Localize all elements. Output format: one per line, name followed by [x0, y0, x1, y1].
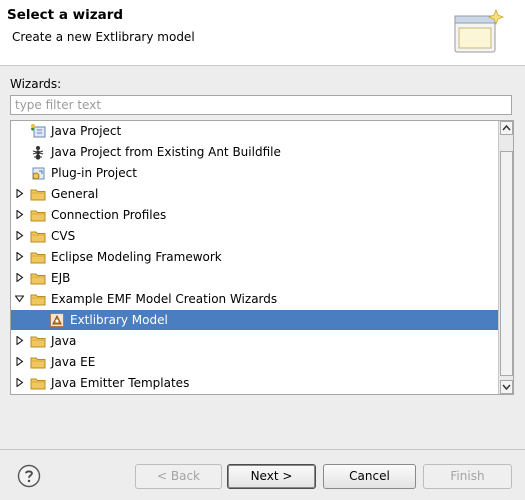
- dialog-header: Select a wizard Create a new Extlibrary …: [0, 0, 525, 66]
- folder-icon: [30, 378, 46, 390]
- tree-item-label: Java EE: [51, 355, 96, 369]
- plugin-project-icon: [32, 167, 45, 180]
- chevron-up-icon: [502, 124, 511, 131]
- folder-icon: [30, 252, 46, 264]
- tree-item-label: Eclipse Modeling Framework: [51, 250, 222, 264]
- scroll-thumb[interactable]: [500, 151, 513, 376]
- tree-item-label: Extlibrary Model: [70, 313, 168, 327]
- filter-input[interactable]: [10, 95, 512, 115]
- emf-model-icon: [50, 313, 64, 327]
- collapsed-arrow-icon[interactable]: [15, 252, 24, 261]
- collapsed-arrow-icon[interactable]: [15, 336, 24, 345]
- collapsed-arrow-icon[interactable]: [15, 357, 24, 366]
- ant-icon: [32, 146, 44, 160]
- tree-item-label: CVS: [51, 229, 76, 243]
- expanded-arrow-icon[interactable]: [15, 294, 24, 303]
- tree-item[interactable]: Example EMF Model Creation Wizards: [11, 289, 499, 309]
- tree-item[interactable]: Java Project: [11, 121, 499, 141]
- folder-icon: [30, 294, 46, 306]
- page-description: Create a new Extlibrary model: [12, 30, 195, 44]
- tree-item[interactable]: Connection Profiles: [11, 205, 499, 225]
- cancel-button[interactable]: Cancel: [323, 464, 416, 489]
- tree-item[interactable]: Java Emitter Templates: [11, 373, 499, 393]
- tree-item-label: Java: [51, 334, 77, 348]
- tree-item-label: Java Project from Existing Ant Buildfile: [51, 145, 281, 159]
- tree-item[interactable]: Java Project from Existing Ant Buildfile: [11, 142, 499, 162]
- folder-icon: [30, 189, 46, 201]
- back-button[interactable]: < Back: [135, 464, 222, 489]
- collapsed-arrow-icon[interactable]: [15, 189, 24, 198]
- next-button[interactable]: Next >: [227, 464, 316, 489]
- tree-item-label: EJB: [51, 271, 71, 285]
- chevron-down-icon: [502, 384, 511, 391]
- tree-item-label: Plug-in Project: [51, 166, 137, 180]
- java-project-icon: [31, 124, 46, 138]
- help-icon[interactable]: [17, 464, 41, 488]
- tree-item-label: Connection Profiles: [51, 208, 167, 222]
- footer-separator: [0, 449, 525, 450]
- tree-item-label: General: [51, 187, 99, 201]
- collapsed-arrow-icon[interactable]: [15, 231, 24, 240]
- tree-item[interactable]: Java: [11, 331, 499, 351]
- tree-item[interactable]: Extlibrary Model: [11, 310, 499, 330]
- tree-item-label: Example EMF Model Creation Wizards: [51, 292, 278, 306]
- finish-button[interactable]: Finish: [423, 464, 512, 489]
- folder-icon: [30, 273, 46, 285]
- tree-item-label: Java Emitter Templates: [51, 376, 190, 390]
- folder-icon: [30, 231, 46, 243]
- collapsed-arrow-icon[interactable]: [15, 210, 24, 219]
- folder-icon: [30, 336, 46, 348]
- scroll-down-button[interactable]: [500, 380, 513, 394]
- tree-item[interactable]: Plug-in Project: [11, 163, 499, 183]
- tree-item[interactable]: Eclipse Modeling Framework: [11, 247, 499, 267]
- wizard-banner-icon: [454, 8, 505, 53]
- wizard-tree[interactable]: Java Emitter Templates Java EE Java Extlibr…: [10, 120, 514, 395]
- collapsed-arrow-icon[interactable]: [15, 273, 24, 282]
- tree-item[interactable]: Java EE: [11, 352, 499, 372]
- folder-icon: [30, 357, 46, 369]
- tree-item[interactable]: General: [11, 184, 499, 204]
- tree-item[interactable]: CVS: [11, 226, 499, 246]
- folder-icon: [30, 210, 46, 222]
- tree-item-label: Java Project: [51, 124, 122, 138]
- collapsed-arrow-icon[interactable]: [15, 378, 24, 387]
- wizards-label: Wizards:: [10, 77, 62, 91]
- tree-item[interactable]: EJB: [11, 268, 499, 288]
- scroll-up-button[interactable]: [500, 121, 513, 135]
- page-title: Select a wizard: [7, 7, 124, 23]
- vertical-scrollbar[interactable]: [498, 121, 513, 394]
